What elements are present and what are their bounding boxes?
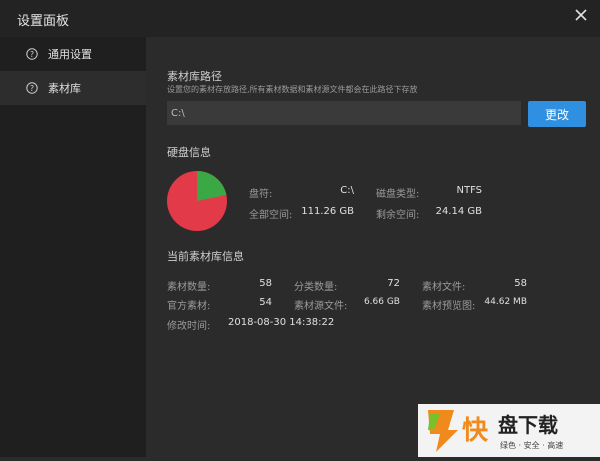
material-count-value: 58 [259,278,272,289]
free-space-row: 剩余空间: [376,206,419,221]
settings-content: 素材库路径 设置您的素材存放路径,所有素材数据和素材源文件都会在此路径下存放 更… [146,37,600,457]
sidebar: ? 通用设置 ? 素材库 [0,37,146,457]
source-files-label: 素材源文件: [294,301,348,312]
watermark-char: 快 [462,416,489,446]
svg-text:?: ? [30,50,34,59]
modified-time-value: 2018-08-30 14:38:22 [228,317,335,328]
disk-type-value: NTFS [456,185,482,196]
library-path-description: 设置您的素材存放路径,所有素材数据和素材源文件都会在此路径下存放 [167,85,418,94]
svg-text:?: ? [30,84,34,93]
total-space-label: 全部空间: [249,210,293,221]
watermark-slogan: 绿色 · 安全 · 高速 [500,440,563,450]
drive-label: 盘符: [249,189,273,200]
material-files-label: 素材文件: [422,282,466,293]
watermark-logo-icon: 快 盘下载 绿色 · 安全 · 高速 [428,410,563,452]
library-path-input[interactable] [167,101,521,125]
disk-type-row: 磁盘类型: [376,185,419,200]
modified-time-label: 修改时间: [167,321,211,332]
sidebar-item-library[interactable]: ? 素材库 [0,71,146,105]
library-path-title: 素材库路径 [167,70,222,83]
free-space-value: 24.14 GB [435,206,482,217]
preview-images-value: 44.62 MB [484,297,527,307]
question-circle-icon: ? [26,82,38,94]
library-info-title: 当前素材库信息 [167,250,244,263]
question-circle-icon: ? [26,48,38,60]
watermark-brand: 盘下载 [498,413,558,437]
category-count-label: 分类数量: [294,282,338,293]
sidebar-item-general[interactable]: ? 通用设置 [0,37,146,71]
official-material-label: 官方素材: [167,301,211,312]
material-files-value: 58 [514,278,527,289]
drive-row: 盘符: [249,185,272,200]
disk-info-title: 硬盘信息 [167,146,211,159]
window-title: 设置面板 [17,14,70,29]
change-path-button[interactable]: 更改 [528,101,586,127]
preview-images-label: 素材预览图: [422,301,476,312]
total-space-row: 全部空间: [249,206,292,221]
source-files-value: 6.66 GB [363,297,400,307]
sidebar-item-label: 通用设置 [48,48,92,61]
close-icon[interactable] [572,6,590,24]
drive-value: C:\ [340,185,354,196]
total-space-value: 111.26 GB [301,206,354,217]
material-count-label: 素材数量: [167,282,211,293]
site-watermark-logo: 快 盘下载 绿色 · 安全 · 高速 [418,404,600,457]
sidebar-item-label: 素材库 [48,82,81,95]
disk-type-label: 磁盘类型: [376,189,420,200]
free-space-label: 剩余空间: [376,210,420,221]
official-material-value: 54 [259,297,272,308]
title-bar: 设置面板 [0,0,600,37]
disk-usage-pie-chart [167,171,227,231]
category-count-value: 72 [387,278,400,289]
